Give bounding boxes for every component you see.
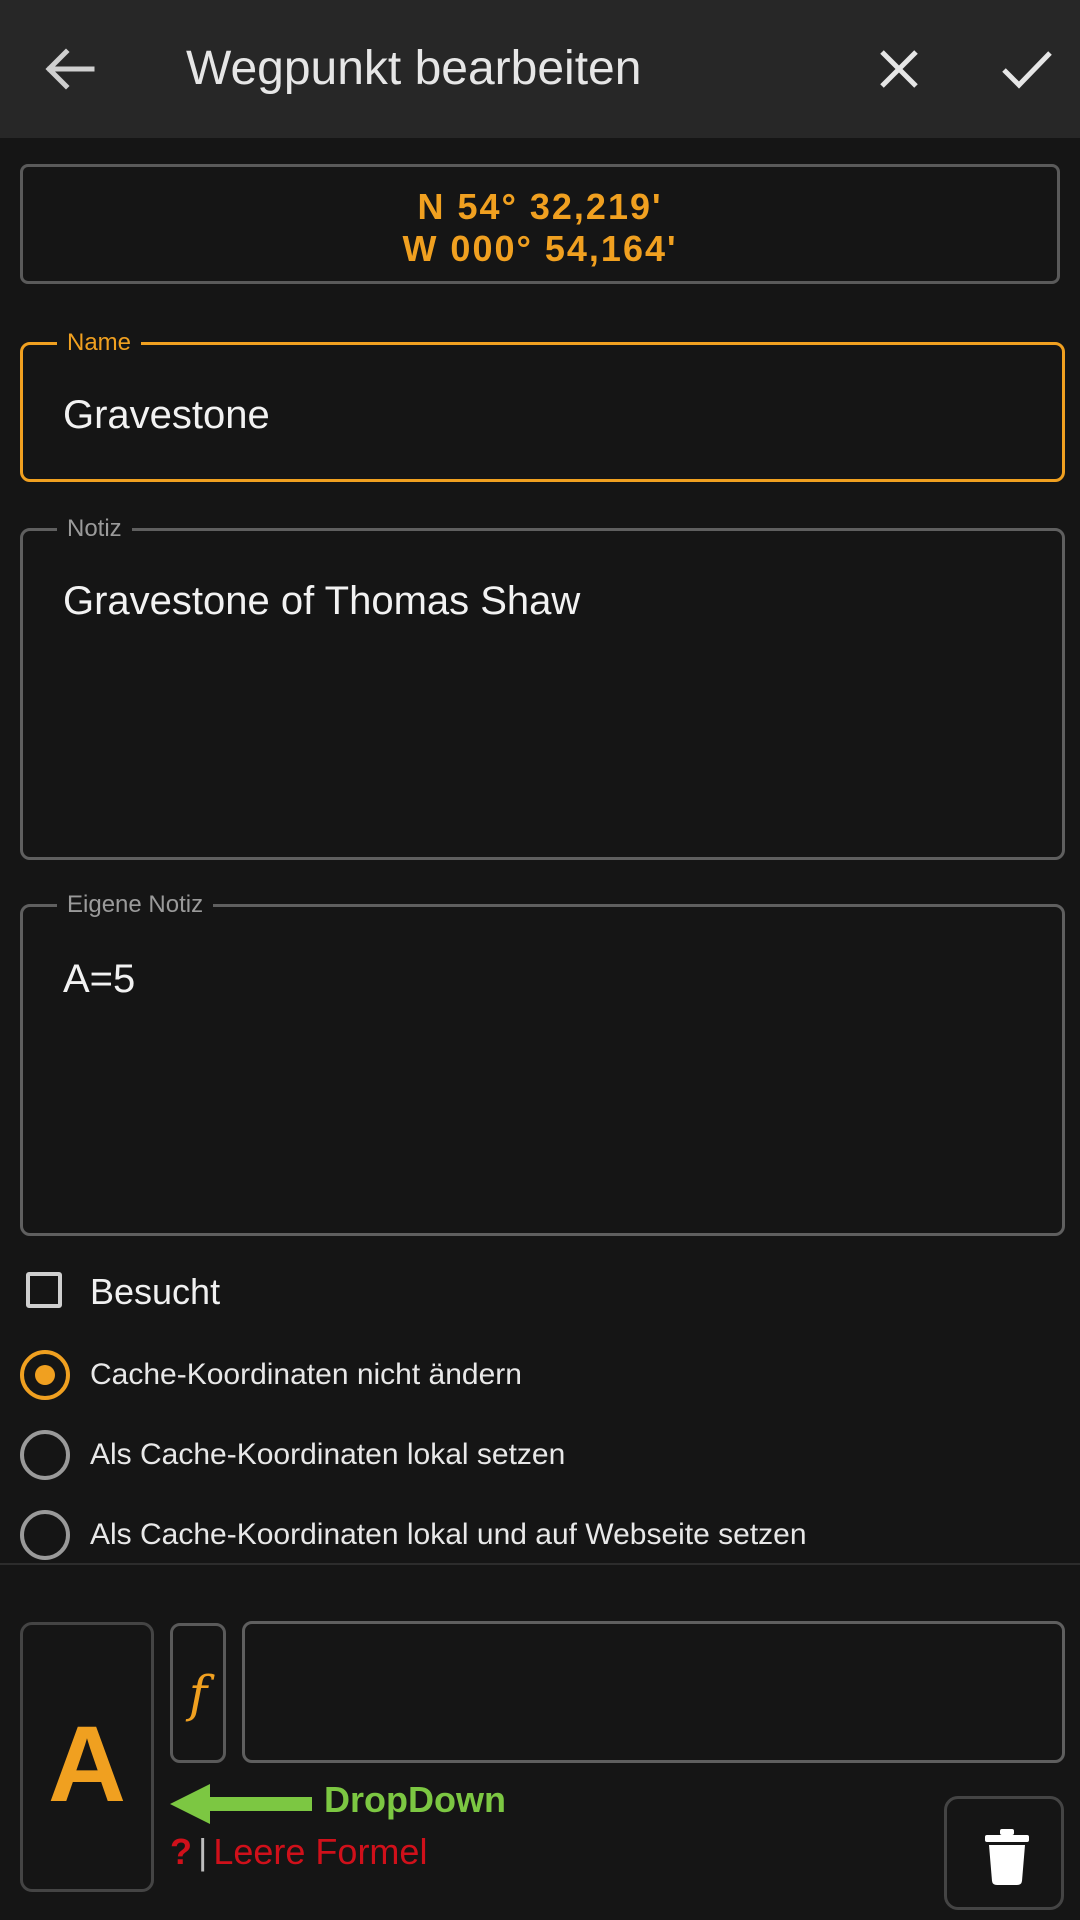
function-icon: f: [188, 1665, 208, 1723]
note-field-label: Notiz: [57, 514, 132, 544]
variable-box[interactable]: A: [20, 1622, 154, 1892]
dropdown-annotation: DropDown: [324, 1779, 506, 1820]
formula-input[interactable]: [242, 1621, 1065, 1763]
close-icon[interactable]: [870, 40, 928, 98]
longitude-text: W 000° 54,164': [402, 228, 678, 269]
coordinates-button[interactable]: N 54° 32,219' W 000° 54,164': [20, 164, 1060, 284]
name-field-value[interactable]: Gravestone: [63, 389, 270, 441]
visited-checkbox[interactable]: [26, 1272, 62, 1308]
page-title: Wegpunkt bearbeiten: [186, 42, 642, 95]
radio-option-keep[interactable]: Cache-Koordinaten nicht ändern: [18, 1348, 1058, 1402]
status-message: Leere Formel: [213, 1831, 428, 1872]
function-dropdown-button[interactable]: f: [170, 1623, 226, 1763]
formula-status: ? | Leere Formel: [170, 1830, 427, 1874]
status-symbol: ?: [170, 1831, 192, 1872]
radio-option-local[interactable]: Als Cache-Koordinaten lokal setzen: [18, 1428, 1058, 1482]
radio-button[interactable]: [20, 1510, 70, 1560]
radio-button[interactable]: [20, 1430, 70, 1480]
visited-label: Besucht: [90, 1271, 221, 1312]
own-note-field[interactable]: Eigene Notiz A=5: [20, 890, 1065, 1236]
name-field-label: Name: [57, 328, 142, 358]
radio-option-local-and-web[interactable]: Als Cache-Koordinaten lokal und auf Webs…: [18, 1508, 1058, 1562]
own-note-field-value[interactable]: A=5: [63, 953, 135, 1005]
check-icon[interactable]: [996, 40, 1058, 98]
note-field[interactable]: Notiz Gravestone of Thomas Shaw: [20, 514, 1065, 860]
note-field-value[interactable]: Gravestone of Thomas Shaw: [63, 575, 580, 627]
divider: [0, 1563, 1080, 1565]
variable-name: A: [48, 1703, 126, 1824]
status-separator: |: [198, 1831, 208, 1872]
radio-option-label: Als Cache-Koordinaten lokal und auf Webs…: [90, 1518, 807, 1551]
latitude-text: N 54° 32,219': [417, 186, 663, 227]
arrow-back-icon[interactable]: [40, 40, 98, 98]
trash-icon: [985, 1829, 1029, 1885]
delete-button[interactable]: [944, 1796, 1064, 1910]
radio-button-selected[interactable]: [20, 1350, 70, 1400]
radio-option-label: Cache-Koordinaten nicht ändern: [90, 1358, 522, 1391]
radio-option-label: Als Cache-Koordinaten lokal setzen: [90, 1438, 566, 1471]
own-note-field-label: Eigene Notiz: [57, 890, 214, 920]
app-bar: Wegpunkt bearbeiten: [0, 0, 1080, 138]
radio-dot: [35, 1365, 55, 1385]
arrow-left-icon: [170, 1784, 312, 1824]
name-field[interactable]: Name Gravestone: [20, 328, 1065, 482]
